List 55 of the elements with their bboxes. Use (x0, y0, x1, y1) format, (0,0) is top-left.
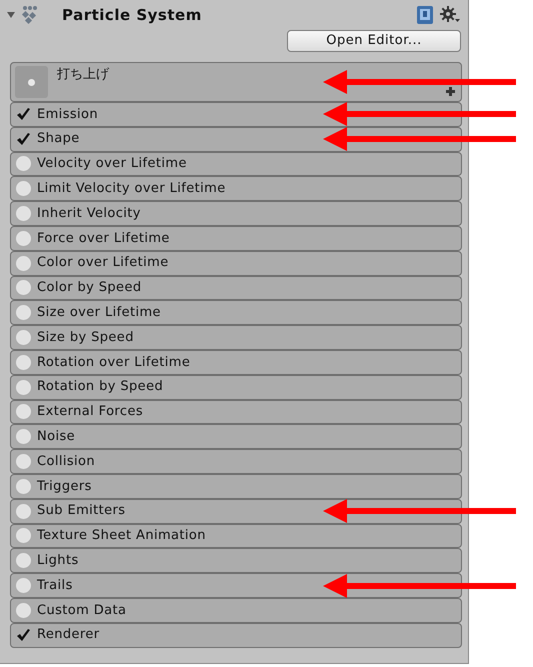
module-name: Custom Data (37, 602, 126, 620)
checkmark-icon[interactable] (16, 107, 31, 122)
module-name: Color over Lifetime (37, 254, 169, 272)
module-name: Size by Speed (37, 328, 134, 347)
module-header[interactable]: Size over Lifetime (10, 300, 462, 326)
module-header[interactable]: Inherit Velocity (10, 201, 462, 226)
module-name: Texture Sheet Animation (37, 527, 206, 546)
module-name: Renderer (37, 626, 100, 644)
module-name: Color by Speed (37, 279, 142, 298)
main-module-header[interactable]: 打ち上げ (10, 62, 462, 102)
checkmark-icon[interactable] (16, 628, 31, 642)
module-name: External Forces (37, 403, 144, 422)
module-header[interactable]: Size by Speed (10, 325, 462, 350)
module-name: Triggers (37, 478, 92, 496)
module-header[interactable]: Color by Speed (10, 276, 462, 300)
module-name: Emission (37, 106, 98, 124)
module-name: Trails (37, 576, 73, 595)
module-name: Shape (37, 130, 80, 148)
module-name: Collision (37, 452, 96, 471)
module-header[interactable]: Noise (10, 424, 462, 450)
module-name: Noise (37, 428, 76, 446)
module-header[interactable]: Texture Sheet Animation (10, 524, 462, 548)
module-header[interactable]: Force over Lifetime (10, 226, 462, 251)
particle-preview-icon (15, 66, 48, 98)
module-header[interactable]: Emission (10, 102, 462, 127)
module-name: Sub Emitters (37, 502, 126, 520)
module-header[interactable]: Velocity over Lifetime (10, 152, 462, 176)
module-name: Velocity over Lifetime (37, 155, 187, 174)
module-header[interactable]: Triggers (10, 474, 462, 499)
module-header[interactable]: Trails (10, 573, 462, 598)
checkmark-icon[interactable] (16, 132, 31, 146)
open-editor-button[interactable]: Open Editor... (287, 30, 461, 52)
module-header[interactable]: Rotation by Speed (10, 374, 462, 400)
module-header[interactable]: Limit Velocity over Lifetime (10, 176, 462, 202)
module-name: Rotation over Lifetime (37, 354, 190, 372)
module-name: Limit Velocity over Lifetime (37, 180, 226, 198)
component-title: Particle System (62, 4, 202, 26)
module-header[interactable]: Renderer (10, 622, 462, 648)
module-name: Inherit Velocity (37, 204, 141, 223)
settings-icon[interactable] (440, 6, 460, 24)
module-header[interactable]: Color over Lifetime (10, 250, 462, 276)
foldout-triangle-icon[interactable] (6, 10, 16, 20)
module-name: 打ち上げ (57, 66, 109, 84)
particles-icon (20, 5, 40, 25)
module-header[interactable]: Lights (10, 548, 462, 574)
module-header[interactable]: Custom Data (10, 598, 462, 623)
module-header[interactable]: External Forces (10, 400, 462, 424)
module-name: Size over Lifetime (37, 304, 161, 322)
module-name: Force over Lifetime (37, 230, 170, 248)
help-book-icon[interactable] (416, 5, 434, 25)
module-name: Lights (37, 552, 79, 570)
module-header[interactable]: Rotation over Lifetime (10, 350, 462, 375)
module-header[interactable]: Collision (10, 449, 462, 474)
module-name: Rotation by Speed (37, 378, 164, 396)
plus-icon[interactable] (446, 87, 455, 96)
